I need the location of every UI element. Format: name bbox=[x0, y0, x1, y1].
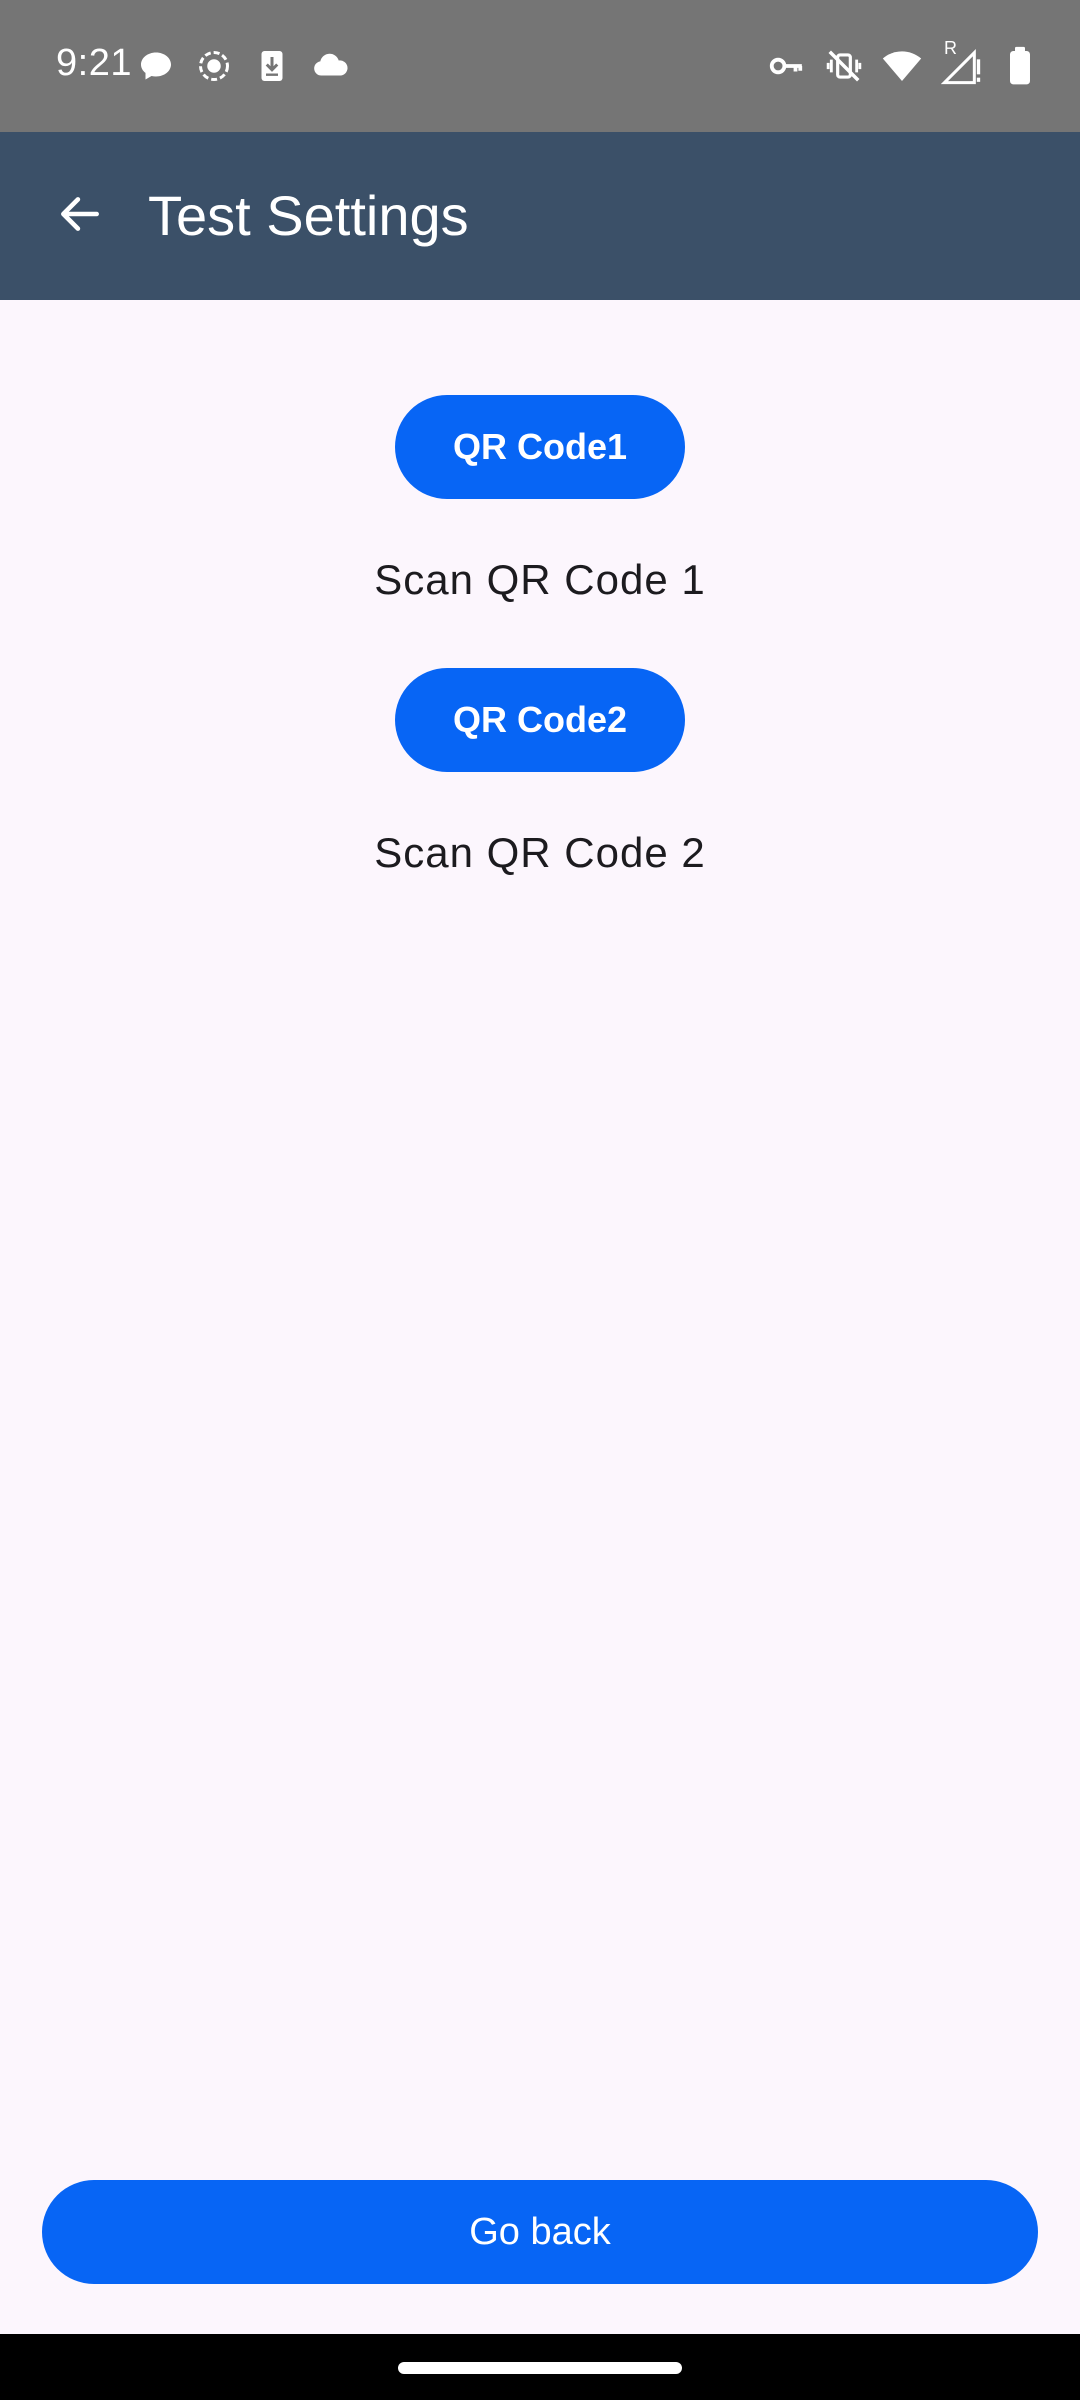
app-bar: Test Settings bbox=[0, 132, 1080, 300]
download-icon bbox=[252, 46, 292, 86]
qr-code-1-caption: Scan QR Code 1 bbox=[374, 556, 706, 603]
qr-code-1-button[interactable]: QR Code1 bbox=[395, 395, 685, 499]
wifi-icon bbox=[882, 46, 922, 86]
page-title: Test Settings bbox=[148, 184, 469, 247]
battery-icon bbox=[1000, 46, 1040, 86]
signal-roaming-icon: R bbox=[940, 38, 982, 86]
system-icons: R bbox=[766, 38, 1040, 88]
chat-bubble-icon bbox=[136, 46, 176, 86]
notification-icons bbox=[136, 44, 350, 88]
status-bar: 9:21 R bbox=[0, 0, 1080, 132]
qr-code-2-caption: Scan QR Code 2 bbox=[374, 829, 706, 876]
cloud-icon bbox=[310, 46, 350, 86]
go-back-button[interactable]: Go back bbox=[42, 2180, 1038, 2284]
qr-code-2-button[interactable]: QR Code2 bbox=[395, 668, 685, 772]
status-time: 9:21 bbox=[56, 42, 132, 84]
vibrate-off-icon bbox=[824, 46, 864, 86]
roaming-indicator: R bbox=[944, 38, 957, 58]
back-button[interactable] bbox=[36, 172, 124, 260]
home-indicator[interactable] bbox=[398, 2362, 682, 2374]
arrow-back-icon bbox=[55, 189, 105, 244]
navigation-bar bbox=[0, 2334, 1080, 2400]
vpn-key-icon bbox=[766, 46, 806, 86]
screen-record-icon bbox=[194, 46, 234, 86]
